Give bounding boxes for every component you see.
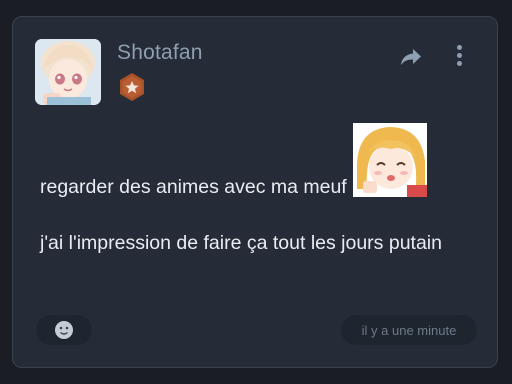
emote-image <box>352 123 427 197</box>
post-timestamp: il y a une minute <box>341 315 477 345</box>
post-content: regarder des animes avec ma meuf j'ai l'… <box>40 123 480 257</box>
avatar-image <box>35 39 101 105</box>
user-avatar[interactable] <box>35 39 101 105</box>
username[interactable]: Shotafan <box>117 41 203 65</box>
post-text-paragraph-2: j'ai l'impression de faire ça tout les j… <box>40 232 442 254</box>
vertical-dots-icon <box>456 44 462 50</box>
share-button[interactable] <box>397 43 425 71</box>
share-arrow-icon <box>401 49 421 65</box>
add-reaction-button[interactable] <box>36 315 92 345</box>
post-card: Shotafan regarder des animes avec ma meu… <box>12 16 498 368</box>
star-hexagon-badge-icon <box>117 72 147 102</box>
post-line-1: regarder des animes avec ma meuf <box>40 123 480 201</box>
post-text-line-1: regarder des animes avec ma meuf <box>40 176 347 198</box>
more-options-button[interactable] <box>449 41 469 69</box>
emoji-react-icon <box>55 321 73 339</box>
